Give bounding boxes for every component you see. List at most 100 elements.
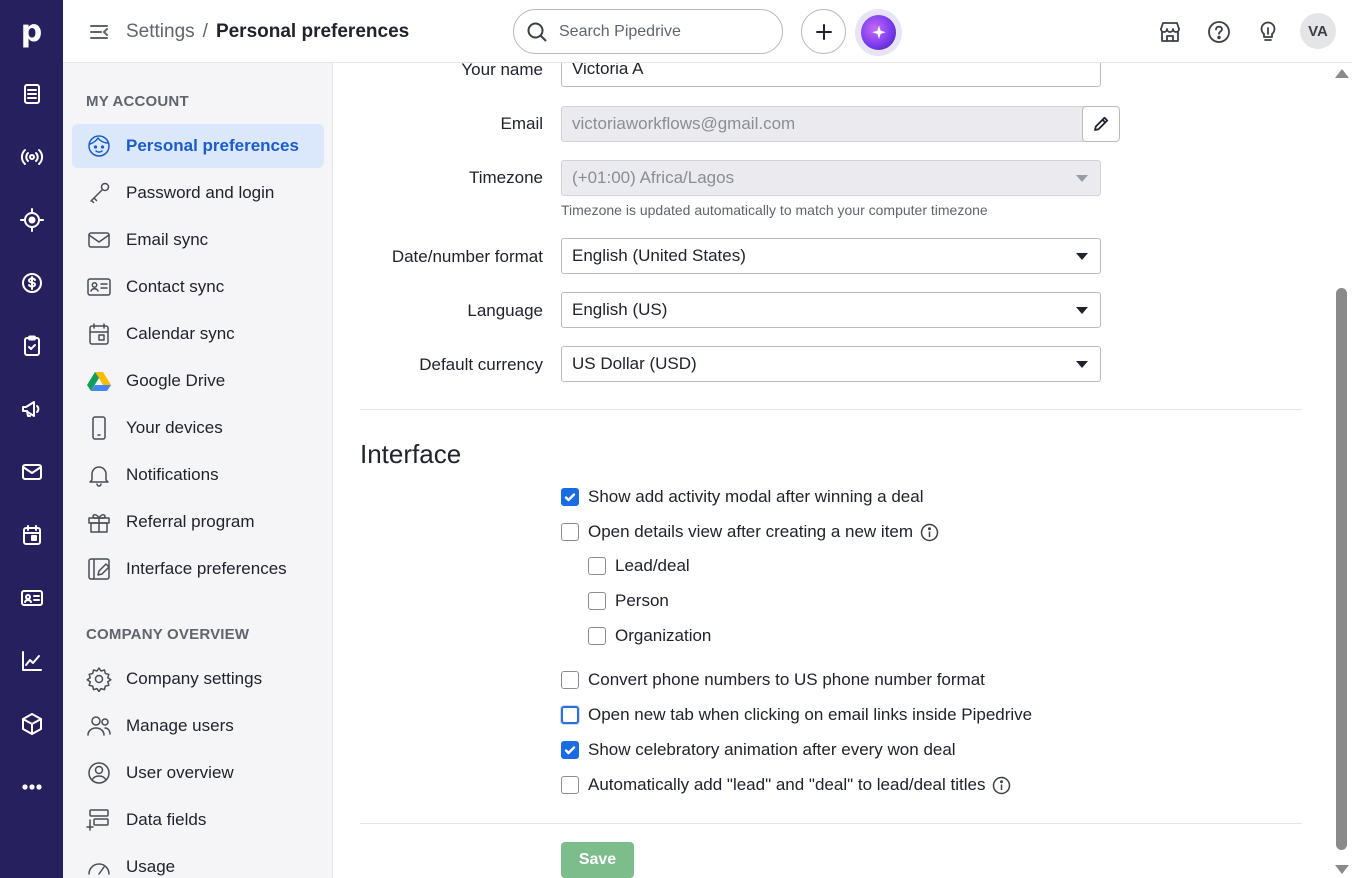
option-show-celebratory-animation[interactable]: Show celebratory animation after every w… xyxy=(561,740,956,760)
sidebar-item-your-devices[interactable]: Your devices xyxy=(72,406,324,450)
data-fields-icon xyxy=(86,807,112,833)
products-box-icon[interactable] xyxy=(0,704,63,744)
sidebar-item-label: Data fields xyxy=(126,810,207,829)
sidebar-item-referral-program[interactable]: Referral program xyxy=(72,500,324,544)
edit-email-button[interactable] xyxy=(1082,106,1120,142)
sidebar-item-label: Company settings xyxy=(126,669,263,688)
broadcast-icon[interactable] xyxy=(0,137,63,177)
email-label: Email xyxy=(500,114,543,133)
avatar[interactable]: VA xyxy=(1300,13,1336,49)
sidebar-item-label: Password and login xyxy=(126,183,275,202)
check-icon xyxy=(564,746,576,755)
checkbox[interactable] xyxy=(561,523,579,541)
company-overview-heading: COMPANY OVERVIEW xyxy=(86,626,250,643)
my-account-heading: MY ACCOUNT xyxy=(86,93,189,110)
option-show-add-activity-modal[interactable]: Show add activity modal after winning a … xyxy=(561,487,923,507)
settings-content: Your name Victoria A Email victoriaworkf… xyxy=(333,63,1333,878)
quick-add-button[interactable] xyxy=(801,9,846,54)
option-organization[interactable]: Organization xyxy=(588,626,711,646)
contact-card-icon xyxy=(86,274,112,300)
deals-dollar-icon[interactable] xyxy=(0,263,63,303)
option-open-new-tab-email-links[interactable]: Open new tab when clicking on email link… xyxy=(561,705,1032,725)
more-icon[interactable] xyxy=(0,767,63,807)
ai-assistant-button[interactable] xyxy=(855,9,902,56)
sidebar-item-password-and-login[interactable]: Password and login xyxy=(72,171,324,215)
check-icon xyxy=(564,493,576,502)
leads-icon[interactable] xyxy=(0,74,63,114)
sidebar-item-label: Notifications xyxy=(126,465,219,484)
checkbox[interactable] xyxy=(561,488,579,506)
sidebar-item-google-drive[interactable]: Google Drive xyxy=(72,359,324,403)
key-icon xyxy=(86,180,112,206)
plus-icon xyxy=(815,23,832,40)
save-button[interactable]: Save xyxy=(561,842,634,878)
language-label: Language xyxy=(467,301,543,320)
language-select[interactable]: English (US) xyxy=(561,292,1101,328)
sidebar-item-interface-preferences[interactable]: Interface preferences xyxy=(72,547,324,591)
mail-icon[interactable] xyxy=(0,452,63,492)
sidebar-item-data-fields[interactable]: Data fields xyxy=(72,798,324,842)
checkbox[interactable] xyxy=(561,741,579,759)
option-open-details-view[interactable]: Open details view after creating a new i… xyxy=(561,522,939,542)
chevron-down-icon xyxy=(1076,307,1088,314)
checkbox[interactable] xyxy=(588,627,606,645)
contacts-card-icon[interactable] xyxy=(0,578,63,618)
sidebar-item-email-sync[interactable]: Email sync xyxy=(72,218,324,262)
default-currency-select[interactable]: US Dollar (USD) xyxy=(561,346,1101,382)
scroll-up-arrow-icon[interactable] xyxy=(1335,69,1349,78)
sidebar-item-label: Usage xyxy=(126,857,176,876)
campaigns-megaphone-icon[interactable] xyxy=(0,389,63,429)
app-rail: p xyxy=(0,0,63,878)
top-bar: Settings / Personal preferences VA xyxy=(63,0,1352,63)
insights-chart-icon[interactable] xyxy=(0,641,63,681)
date-number-format-label: Date/number format xyxy=(391,247,543,266)
sidebar-item-notifications[interactable]: Notifications xyxy=(72,453,324,497)
lightbulb-icon[interactable] xyxy=(1255,19,1281,45)
sidebar-item-manage-users[interactable]: Manage users xyxy=(72,704,324,748)
date-number-format-select[interactable]: English (United States) xyxy=(561,238,1101,274)
target-icon[interactable] xyxy=(0,200,63,240)
your-name-label: Your name xyxy=(461,63,543,79)
sidebar-item-usage[interactable]: Usage xyxy=(72,845,324,878)
option-auto-add-lead-deal-titles[interactable]: Automatically add "lead" and "deal" to l… xyxy=(561,775,1011,795)
option-convert-phone-numbers[interactable]: Convert phone numbers to US phone number… xyxy=(561,670,985,690)
info-icon[interactable] xyxy=(992,776,1011,795)
checkbox[interactable] xyxy=(561,776,579,794)
sidebar-item-calendar-sync[interactable]: Calendar sync xyxy=(72,312,324,356)
marketplace-store-icon[interactable] xyxy=(1157,19,1183,45)
bell-icon xyxy=(86,462,112,488)
calendar-icon xyxy=(86,321,112,347)
search-input[interactable] xyxy=(559,20,769,44)
sidebar-item-contact-sync[interactable]: Contact sync xyxy=(72,265,324,309)
pipedrive-logo[interactable]: p xyxy=(0,0,63,63)
sidebar-item-personal-preferences[interactable]: Personal preferences xyxy=(72,124,324,168)
breadcrumb-settings-link[interactable]: Settings xyxy=(126,21,195,42)
option-person[interactable]: Person xyxy=(588,591,669,611)
help-icon[interactable] xyxy=(1206,19,1232,45)
scrollbar-thumb[interactable] xyxy=(1336,288,1347,850)
gauge-icon xyxy=(86,854,112,878)
tasks-clipboard-icon[interactable] xyxy=(0,326,63,366)
menu-toggle-icon[interactable] xyxy=(87,20,111,44)
checkbox[interactable] xyxy=(561,671,579,689)
option-label: Open new tab when clicking on email link… xyxy=(588,705,1033,724)
phone-icon xyxy=(86,415,112,441)
sidebar-item-user-overview[interactable]: User overview xyxy=(72,751,324,795)
option-label: Show celebratory animation after every w… xyxy=(588,740,956,759)
chevron-down-icon xyxy=(1076,361,1088,368)
option-lead-deal[interactable]: Lead/deal xyxy=(588,556,690,576)
sidebar-item-label: Your devices xyxy=(126,418,223,437)
info-icon[interactable] xyxy=(920,523,939,542)
search-box[interactable] xyxy=(513,9,783,54)
search-icon xyxy=(527,22,547,42)
calendar-icon[interactable] xyxy=(0,515,63,555)
your-name-field[interactable]: Victoria A xyxy=(561,63,1101,87)
chevron-down-icon xyxy=(1076,253,1088,260)
sidebar-item-company-settings[interactable]: Company settings xyxy=(72,657,324,701)
checkbox[interactable] xyxy=(561,706,579,724)
checkbox[interactable] xyxy=(588,592,606,610)
scrollbar[interactable] xyxy=(1333,63,1352,878)
scroll-down-arrow-icon[interactable] xyxy=(1335,865,1349,874)
checkbox[interactable] xyxy=(588,557,606,575)
timezone-label: Timezone xyxy=(468,168,543,187)
